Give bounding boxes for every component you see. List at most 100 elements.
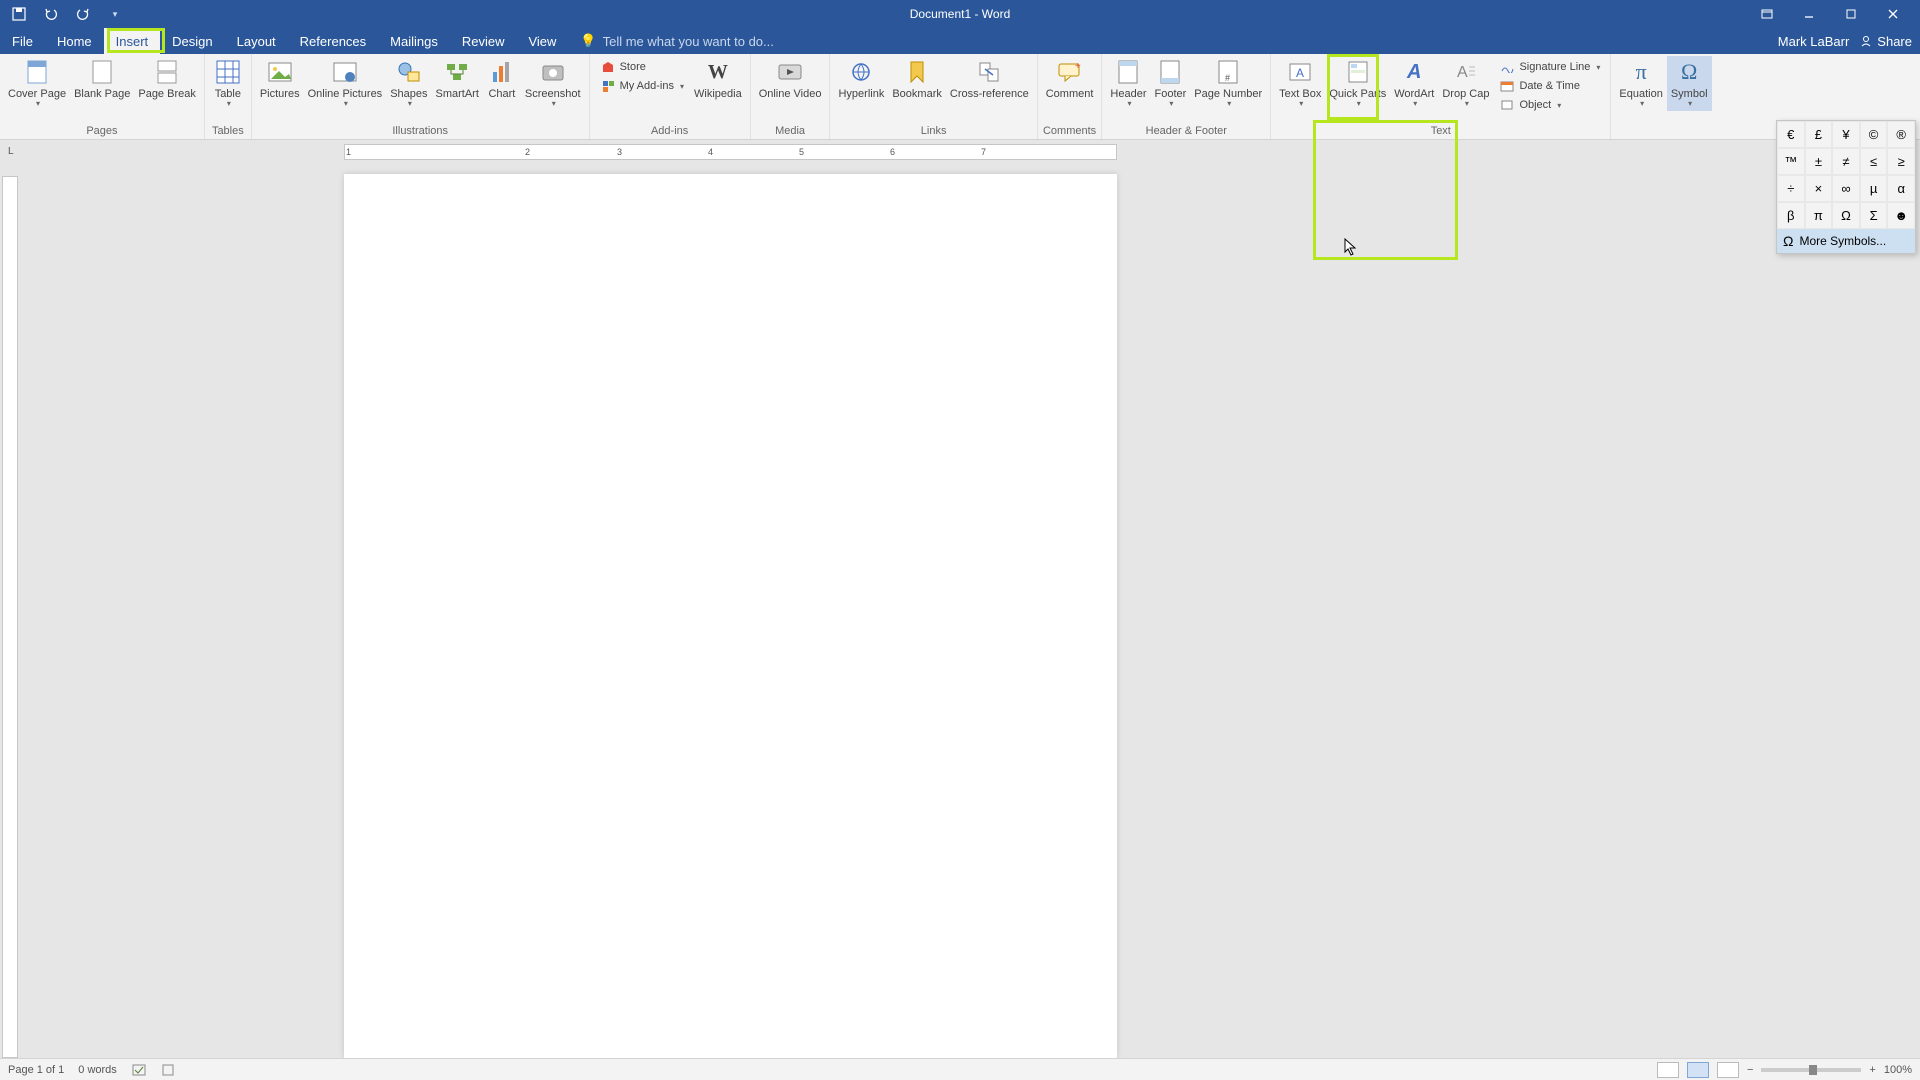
symbol-euro[interactable]: € (1777, 121, 1805, 148)
svg-text:+: + (1075, 61, 1081, 72)
undo-icon[interactable] (42, 5, 60, 23)
ribbon-display-options-icon[interactable] (1750, 4, 1784, 24)
more-symbols-button[interactable]: Ω More Symbols... (1777, 229, 1915, 253)
tab-insert[interactable]: Insert (104, 28, 161, 54)
comment-icon: + (1056, 58, 1084, 86)
tab-design[interactable]: Design (160, 28, 224, 54)
signature-line-button[interactable]: Signature Line (1497, 58, 1602, 76)
store-button[interactable]: Store (598, 58, 686, 76)
page-indicator[interactable]: Page 1 of 1 (8, 1064, 64, 1076)
online-pictures-button[interactable]: Online Pictures (304, 56, 387, 111)
qat-customize-icon[interactable]: ▾ (106, 5, 124, 23)
symbol-dropdown: € £ ¥ © ® ™ ± ≠ ≤ ≥ ÷ × ∞ µ α β π Ω Σ ☻ … (1776, 120, 1916, 254)
save-icon[interactable] (10, 5, 28, 23)
header-button[interactable]: Header (1106, 56, 1150, 111)
symbol-plusminus[interactable]: ± (1805, 148, 1833, 175)
symbol-notequal[interactable]: ≠ (1832, 148, 1860, 175)
online-pictures-label: Online Pictures (308, 88, 383, 100)
page-number-button[interactable]: # Page Number (1190, 56, 1266, 111)
symbol-sigma[interactable]: Σ (1860, 202, 1888, 229)
zoom-slider[interactable] (1761, 1068, 1861, 1072)
screenshot-label: Screenshot (525, 88, 581, 100)
symbol-button[interactable]: Ω Symbol (1667, 56, 1712, 111)
minimize-icon[interactable] (1792, 4, 1826, 24)
text-box-label: Text Box (1279, 88, 1321, 100)
tab-references[interactable]: References (288, 28, 378, 54)
user-name[interactable]: Mark LaBarr (1778, 34, 1850, 49)
tab-review[interactable]: Review (450, 28, 517, 54)
close-icon[interactable] (1876, 4, 1910, 24)
print-layout-button[interactable] (1687, 1062, 1709, 1078)
symbol-divide[interactable]: ÷ (1777, 175, 1805, 202)
symbol-multiply[interactable]: × (1805, 175, 1833, 202)
blank-page-button[interactable]: Blank Page (70, 56, 134, 102)
symbol-omega[interactable]: Ω (1832, 202, 1860, 229)
vertical-ruler[interactable] (2, 176, 18, 1058)
zoom-out-button[interactable]: − (1747, 1064, 1753, 1076)
symbol-yen[interactable]: ¥ (1832, 121, 1860, 148)
object-button[interactable]: Object (1497, 96, 1602, 114)
symbol-alpha[interactable]: α (1887, 175, 1915, 202)
my-addins-button[interactable]: My Add-ins (598, 77, 686, 95)
symbol-trademark[interactable]: ™ (1777, 148, 1805, 175)
hyperlink-button[interactable]: Hyperlink (834, 56, 888, 102)
document-page[interactable] (344, 174, 1117, 1058)
cross-reference-button[interactable]: Cross-reference (946, 56, 1033, 102)
tell-me-search[interactable]: 💡 Tell me what you want to do... (568, 28, 773, 54)
tab-view[interactable]: View (516, 28, 568, 54)
zoom-in-button[interactable]: + (1869, 1064, 1875, 1076)
share-button[interactable]: Share (1859, 34, 1912, 49)
cover-page-button[interactable]: Cover Page (4, 56, 70, 111)
pictures-button[interactable]: Pictures (256, 56, 304, 102)
symbol-lte[interactable]: ≤ (1860, 148, 1888, 175)
online-video-button[interactable]: Online Video (755, 56, 826, 102)
redo-icon[interactable] (74, 5, 92, 23)
symbol-pi[interactable]: π (1805, 202, 1833, 229)
wordart-button[interactable]: A WordArt (1390, 56, 1438, 111)
symbol-infinity[interactable]: ∞ (1832, 175, 1860, 202)
store-icon (600, 59, 616, 75)
symbol-beta[interactable]: β (1777, 202, 1805, 229)
word-count[interactable]: 0 words (78, 1064, 117, 1076)
chart-button[interactable]: Chart (483, 56, 521, 102)
group-comments: + Comment Comments (1038, 54, 1103, 139)
tab-selector[interactable]: L (8, 146, 14, 157)
cover-page-label: Cover Page (8, 88, 66, 100)
tab-layout[interactable]: Layout (225, 28, 288, 54)
horizontal-ruler[interactable]: 1 2 3 4 5 6 7 (344, 144, 1117, 160)
my-addins-label: My Add-ins (620, 80, 674, 92)
date-time-button[interactable]: Date & Time (1497, 77, 1602, 95)
read-mode-button[interactable] (1657, 1062, 1679, 1078)
shapes-button[interactable]: Shapes (386, 56, 431, 111)
tab-file[interactable]: File (0, 28, 45, 54)
symbol-registered[interactable]: ® (1887, 121, 1915, 148)
equation-button[interactable]: π Equation (1615, 56, 1666, 111)
tab-home[interactable]: Home (45, 28, 104, 54)
drop-cap-button[interactable]: A Drop Cap (1438, 56, 1493, 111)
symbol-pound[interactable]: £ (1805, 121, 1833, 148)
table-button[interactable]: Table (209, 56, 247, 111)
text-box-button[interactable]: A Text Box (1275, 56, 1325, 111)
svg-text:A: A (1457, 64, 1468, 81)
zoom-level[interactable]: 100% (1884, 1064, 1912, 1076)
wikipedia-button[interactable]: W Wikipedia (690, 56, 746, 102)
svg-text:A: A (1296, 66, 1304, 80)
symbol-smiley[interactable]: ☻ (1887, 202, 1915, 229)
symbol-gte[interactable]: ≥ (1887, 148, 1915, 175)
page-break-button[interactable]: Page Break (134, 56, 199, 102)
bookmark-button[interactable]: Bookmark (888, 56, 946, 102)
smartart-button[interactable]: SmartArt (432, 56, 483, 102)
quick-parts-button[interactable]: Quick Parts (1325, 56, 1390, 111)
tab-mailings[interactable]: Mailings (378, 28, 450, 54)
spellcheck-icon[interactable] (131, 1063, 147, 1077)
screenshot-button[interactable]: Screenshot (521, 56, 585, 111)
symbol-micro[interactable]: µ (1860, 175, 1888, 202)
footer-button[interactable]: Footer (1151, 56, 1191, 111)
maximize-icon[interactable] (1834, 4, 1868, 24)
symbol-copyright[interactable]: © (1860, 121, 1888, 148)
web-layout-button[interactable] (1717, 1062, 1739, 1078)
header-label: Header (1110, 88, 1146, 100)
comment-button[interactable]: + Comment (1042, 56, 1098, 102)
macro-icon[interactable] (161, 1063, 175, 1077)
cross-reference-label: Cross-reference (950, 88, 1029, 100)
